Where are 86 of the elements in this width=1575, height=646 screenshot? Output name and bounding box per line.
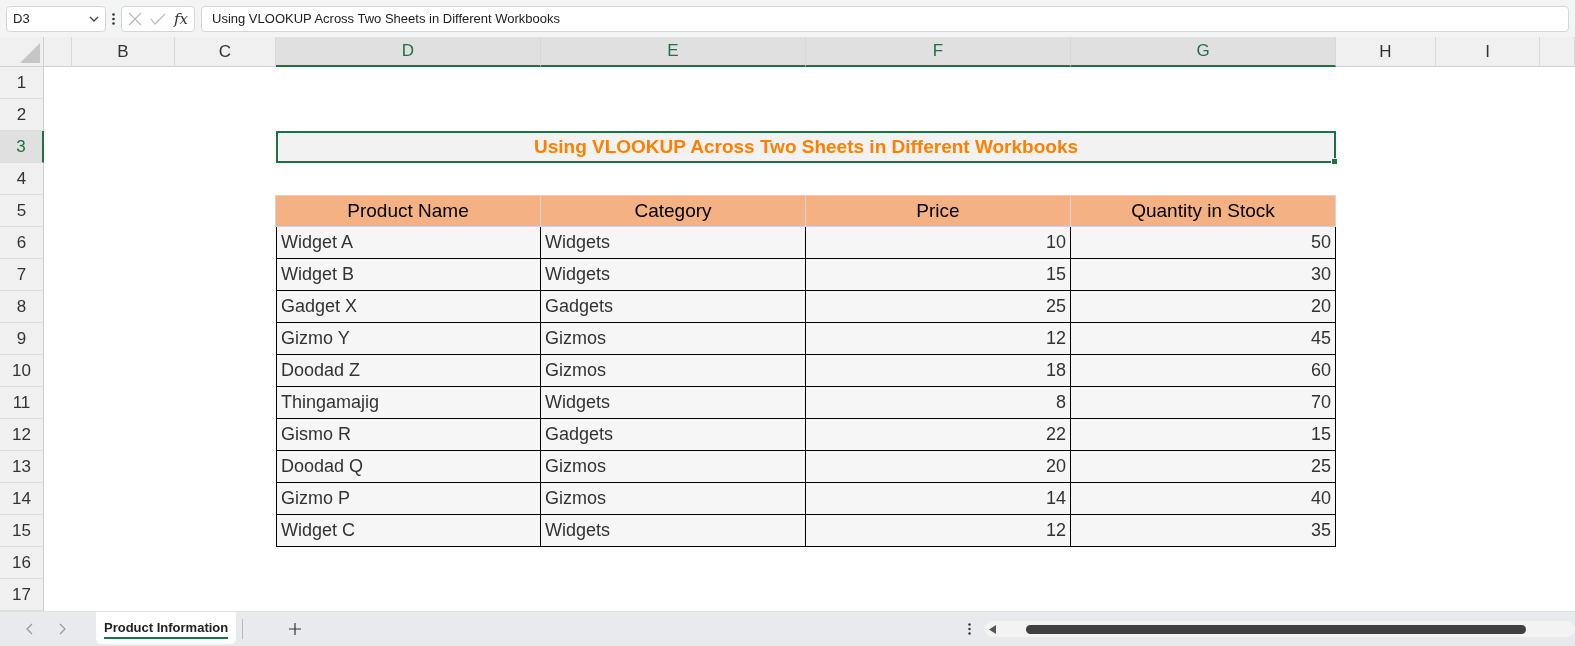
- chevron-down-icon: [89, 15, 99, 22]
- formula-field[interactable]: Using VLOOKUP Across Two Sheets in Different Workbooks: [201, 5, 1569, 32]
- plus-icon: [289, 623, 302, 635]
- scroll-left-icon[interactable]: [989, 624, 996, 634]
- row-header[interactable]: 7: [0, 259, 44, 291]
- table-cell: 15: [806, 259, 1071, 291]
- cancel-icon[interactable]: [128, 11, 142, 26]
- table-cell: 70: [1071, 387, 1336, 419]
- table-cell: Widget A: [276, 227, 541, 259]
- table-cell: 12: [806, 515, 1071, 547]
- column-header[interactable]: H: [1336, 37, 1436, 67]
- column-header[interactable]: F: [806, 37, 1071, 67]
- table-cell: Widgets: [541, 387, 806, 419]
- horizontal-scrollbar[interactable]: [985, 621, 1575, 637]
- row-header[interactable]: 14: [0, 483, 44, 515]
- table-cell: Gizmo Y: [276, 323, 541, 355]
- table-cell: 35: [1071, 515, 1336, 547]
- table-cell: 20: [806, 451, 1071, 483]
- table-cell: Gizmo P: [276, 483, 541, 515]
- table-cell: Doodad Z: [276, 355, 541, 387]
- table-cell: Thingamajig: [276, 387, 541, 419]
- column-header[interactable]: E: [541, 37, 806, 67]
- row-header[interactable]: 17: [0, 579, 44, 611]
- row-header[interactable]: 15: [0, 515, 44, 547]
- scroll-thumb[interactable]: [1026, 624, 1526, 634]
- table-cell: Gizmos: [541, 451, 806, 483]
- table-cell: 18: [806, 355, 1071, 387]
- table-header-cell: Price: [805, 195, 1071, 227]
- sheet-tab[interactable]: Product Information: [96, 612, 237, 644]
- table-cell: Widgets: [541, 515, 806, 547]
- column-header[interactable]: D: [276, 37, 541, 67]
- column-header[interactable]: C: [175, 37, 276, 67]
- table-cell: Gizmos: [541, 355, 806, 387]
- table-cell: Widget B: [276, 259, 541, 291]
- chevron-left-icon[interactable]: [26, 623, 33, 635]
- row-header[interactable]: 4: [0, 163, 44, 195]
- more-options-icon[interactable]: [112, 12, 115, 25]
- table-cell: Gadgets: [541, 419, 806, 451]
- more-options-icon[interactable]: [968, 623, 971, 635]
- table-cell: Gizmos: [541, 483, 806, 515]
- insert-function-label[interactable]: fx: [174, 9, 188, 28]
- table-header-cell: Product Name: [275, 195, 541, 227]
- row-header[interactable]: 12: [0, 419, 44, 451]
- table-cell: 10: [806, 227, 1071, 259]
- row-header[interactable]: 9: [0, 323, 44, 355]
- table-cell: Gismo R: [276, 419, 541, 451]
- row-header[interactable]: 8: [0, 291, 44, 323]
- table-cell: Widgets: [541, 259, 806, 291]
- fill-handle[interactable]: [1331, 158, 1338, 165]
- table-cell: 8: [806, 387, 1071, 419]
- table-cell: 12: [806, 323, 1071, 355]
- column-header[interactable]: B: [72, 37, 175, 67]
- row-header[interactable]: 10: [0, 355, 44, 387]
- table-cell: 14: [806, 483, 1071, 515]
- row-header[interactable]: 3: [0, 131, 44, 163]
- column-header[interactable]: I: [1436, 37, 1540, 67]
- check-icon[interactable]: [150, 12, 166, 25]
- table-cell: 45: [1071, 323, 1336, 355]
- row-header[interactable]: 2: [0, 99, 44, 131]
- chevron-right-icon[interactable]: [59, 623, 66, 635]
- table-cell: 50: [1071, 227, 1336, 259]
- table-cell: 15: [1071, 419, 1336, 451]
- triangle-icon: [20, 43, 40, 63]
- row-header[interactable]: 6: [0, 227, 44, 259]
- table-cell: 30: [1071, 259, 1336, 291]
- table-cell: Widgets: [541, 227, 806, 259]
- row-header[interactable]: 16: [0, 547, 44, 579]
- table-cell: 40: [1071, 483, 1336, 515]
- table-cell: Widget C: [276, 515, 541, 547]
- table-header-cell: Quantity in Stock: [1070, 195, 1336, 227]
- table-cell: 20: [1071, 291, 1336, 323]
- row-header[interactable]: 5: [0, 195, 44, 227]
- table-cell: Gadgets: [541, 291, 806, 323]
- table-cell: Doodad Q: [276, 451, 541, 483]
- column-header[interactable]: G: [1071, 37, 1336, 67]
- table-cell: 60: [1071, 355, 1336, 387]
- row-header[interactable]: 11: [0, 387, 44, 419]
- row-header[interactable]: 1: [0, 67, 44, 99]
- table-cell: 22: [806, 419, 1071, 451]
- row-header[interactable]: 13: [0, 451, 44, 483]
- table-cell: Gadget X: [276, 291, 541, 323]
- table-cell: Gizmos: [541, 323, 806, 355]
- table-cell: 25: [1071, 451, 1336, 483]
- table-cell: 25: [806, 291, 1071, 323]
- name-box[interactable]: D3: [6, 5, 106, 32]
- table-header-cell: Category: [540, 195, 806, 227]
